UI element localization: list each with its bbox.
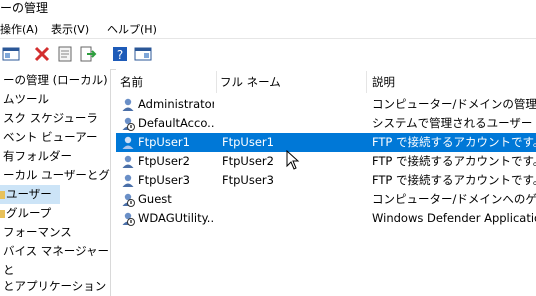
- cell-name: FtpUser3: [138, 173, 190, 187]
- user-icon: [120, 154, 136, 170]
- user-icon: [120, 173, 136, 189]
- user-list: 名前 フル ネーム 説明 Administrator コンピューター/ドメインの…: [116, 69, 536, 296]
- delete-icon[interactable]: [33, 45, 51, 63]
- table-row[interactable]: DefaultAcco... システムで管理されるユーザー アカウ: [116, 114, 536, 133]
- column-header-fullname[interactable]: フル ネーム: [216, 69, 366, 95]
- table-row-selected[interactable]: FtpUser1 FtpUser1 FTP で接続するアカウントです。: [116, 133, 536, 152]
- toolbar: ?: [0, 38, 536, 70]
- console-tree-icon[interactable]: [2, 45, 20, 63]
- cell-name: FtpUser1: [138, 135, 190, 149]
- column-header-name[interactable]: 名前: [116, 69, 216, 95]
- column-header-description[interactable]: 説明: [368, 69, 536, 95]
- table-row[interactable]: WDAGUtility... Windows Defender Applicat…: [116, 209, 536, 228]
- cell-description: Windows Defender Application: [372, 211, 536, 225]
- user-disabled-icon: [120, 192, 136, 208]
- cell-name: Guest: [138, 192, 172, 206]
- user-icon: [120, 135, 136, 151]
- cell-name: DefaultAcco...: [138, 116, 214, 130]
- show-hide-icon[interactable]: [134, 45, 152, 63]
- table-row[interactable]: Administrator コンピューター/ドメインの管理用 (ビ: [116, 95, 536, 114]
- cell-description: コンピューター/ドメインの管理用 (ビ: [372, 97, 536, 111]
- cell-name: WDAGUtility...: [138, 211, 214, 225]
- column-divider[interactable]: [366, 71, 367, 93]
- menu-help[interactable]: ヘルプ(H): [107, 21, 157, 37]
- table-row[interactable]: FtpUser2 FtpUser2 FTP で接続するアカウントです。: [116, 152, 536, 171]
- cell-description: FTP で接続するアカウントです。: [372, 154, 536, 168]
- cell-fullname: FtpUser3: [222, 173, 274, 187]
- user-disabled-icon: [120, 211, 136, 227]
- tree-item-users[interactable]: ユーザー: [0, 185, 60, 204]
- menu-bar: 操作(A) 表示(V) ヘルプ(H): [0, 18, 536, 38]
- console-tree: ーの管理 (ローカル) ムツール スク スケジューラ ベント ビューアー 有フォ…: [0, 69, 111, 296]
- export-icon[interactable]: [79, 45, 97, 63]
- user-icon: [120, 97, 136, 113]
- title-bar: ーの管理: [0, 0, 536, 18]
- svg-text:?: ?: [117, 48, 123, 62]
- cell-description: コンピューター/ドメインへのゲスト ア: [372, 192, 536, 206]
- cell-description: システムで管理されるユーザー アカウ: [372, 116, 536, 130]
- cell-description: FTP で接続するアカウントです。: [372, 135, 536, 149]
- table-row[interactable]: FtpUser3 FtpUser3 FTP で接続するアカウントです。: [116, 171, 536, 190]
- cell-name: Administrator: [138, 97, 214, 111]
- cell-description: FTP で接続するアカウントです。: [372, 173, 536, 187]
- table-row[interactable]: Guest コンピューター/ドメインへのゲスト ア: [116, 190, 536, 209]
- menu-action[interactable]: 操作(A): [0, 21, 38, 37]
- mouse-cursor-icon: [286, 149, 300, 172]
- cell-name: FtpUser2: [138, 154, 190, 168]
- help-icon[interactable]: ?: [111, 45, 129, 63]
- properties-icon[interactable]: [56, 45, 74, 63]
- menu-view[interactable]: 表示(V): [51, 21, 89, 37]
- list-header: 名前 フル ネーム 説明: [116, 69, 536, 95]
- window-title: ーの管理: [0, 1, 49, 15]
- user-disabled-icon: [120, 116, 136, 132]
